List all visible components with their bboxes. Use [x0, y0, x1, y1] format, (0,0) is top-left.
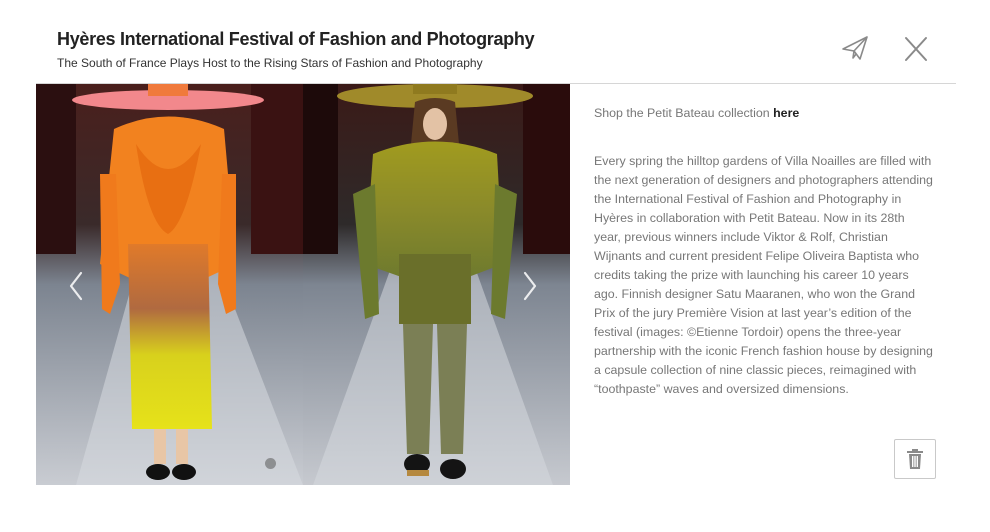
modal-header: Hyères International Festival of Fashion… [0, 0, 990, 84]
close-icon [905, 37, 927, 61]
shop-line: Shop the Petit Bateau collection here [594, 104, 934, 123]
shop-link[interactable]: here [773, 106, 799, 120]
next-photo-button[interactable] [514, 268, 544, 304]
close-button[interactable] [899, 33, 933, 65]
delete-button[interactable] [894, 439, 936, 479]
carousel-indicator-dot[interactable] [265, 458, 276, 469]
paper-plane-icon [842, 36, 868, 60]
chevron-right-icon [523, 271, 537, 301]
chevron-left-icon [69, 271, 83, 301]
article-text: Shop the Petit Bateau collection here Ev… [594, 104, 934, 399]
page-title: Hyères International Festival of Fashion… [57, 29, 535, 49]
shop-prefix: Shop the Petit Bateau collection [594, 106, 774, 120]
trash-icon [907, 449, 923, 469]
page-subtitle: The South of France Plays Host to the Ri… [57, 56, 483, 70]
previous-photo-button[interactable] [62, 268, 92, 304]
article-body: Every spring the hilltop gardens of Vill… [594, 154, 933, 396]
photo-gallery[interactable] [36, 84, 570, 485]
share-button[interactable] [838, 31, 872, 65]
